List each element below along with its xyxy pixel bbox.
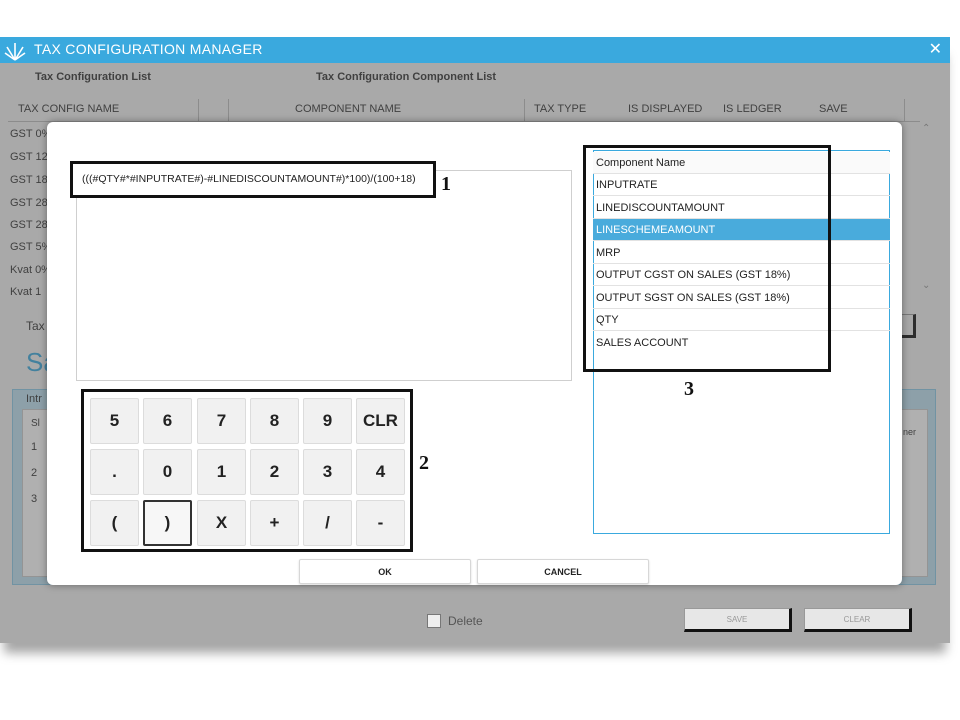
- cancel-button[interactable]: CANCEL: [477, 559, 649, 584]
- clear-button[interactable]: CLEAR: [804, 608, 912, 632]
- key-2[interactable]: 2: [250, 449, 299, 495]
- key-multiply[interactable]: X: [197, 500, 246, 546]
- key-4[interactable]: 4: [356, 449, 405, 495]
- key-decimal[interactable]: .: [90, 449, 139, 495]
- ok-button[interactable]: OK: [299, 559, 471, 584]
- formula-callout-box: (((#QTY#*#INPUTRATE#)-#LINEDISCOUNTAMOUN…: [70, 161, 436, 198]
- save-button[interactable]: SAVE: [684, 608, 792, 632]
- key-7[interactable]: 7: [197, 398, 246, 444]
- window-title: TAX CONFIGURATION MANAGER: [34, 41, 263, 57]
- key-1[interactable]: 1: [197, 449, 246, 495]
- key-5[interactable]: 5: [90, 398, 139, 444]
- annotation-label: 1: [441, 173, 451, 195]
- key-6[interactable]: 6: [143, 398, 192, 444]
- delete-label: Delete: [448, 614, 483, 628]
- component-callout-box: [583, 145, 831, 372]
- key-divide[interactable]: /: [303, 500, 352, 546]
- key-clear[interactable]: CLR: [356, 398, 405, 444]
- key-plus[interactable]: +: [250, 500, 299, 546]
- close-icon[interactable]: ✕: [929, 39, 942, 59]
- key-open-paren[interactable]: (: [90, 500, 139, 546]
- formula-text[interactable]: (((#QTY#*#INPUTRATE#)-#LINEDISCOUNTAMOUN…: [82, 173, 416, 185]
- delete-checkbox[interactable]: [427, 614, 441, 628]
- key-0[interactable]: 0: [143, 449, 192, 495]
- annotation-label: 2: [419, 452, 429, 474]
- key-3[interactable]: 3: [303, 449, 352, 495]
- title-bar: TAX CONFIGURATION MANAGER ✕: [0, 37, 950, 63]
- app-logo-icon: [4, 43, 26, 61]
- key-close-paren[interactable]: ): [143, 500, 192, 546]
- annotation-label: 3: [684, 378, 694, 400]
- key-minus[interactable]: -: [356, 500, 405, 546]
- key-8[interactable]: 8: [250, 398, 299, 444]
- expression-editor[interactable]: [76, 170, 572, 381]
- key-9[interactable]: 9: [303, 398, 352, 444]
